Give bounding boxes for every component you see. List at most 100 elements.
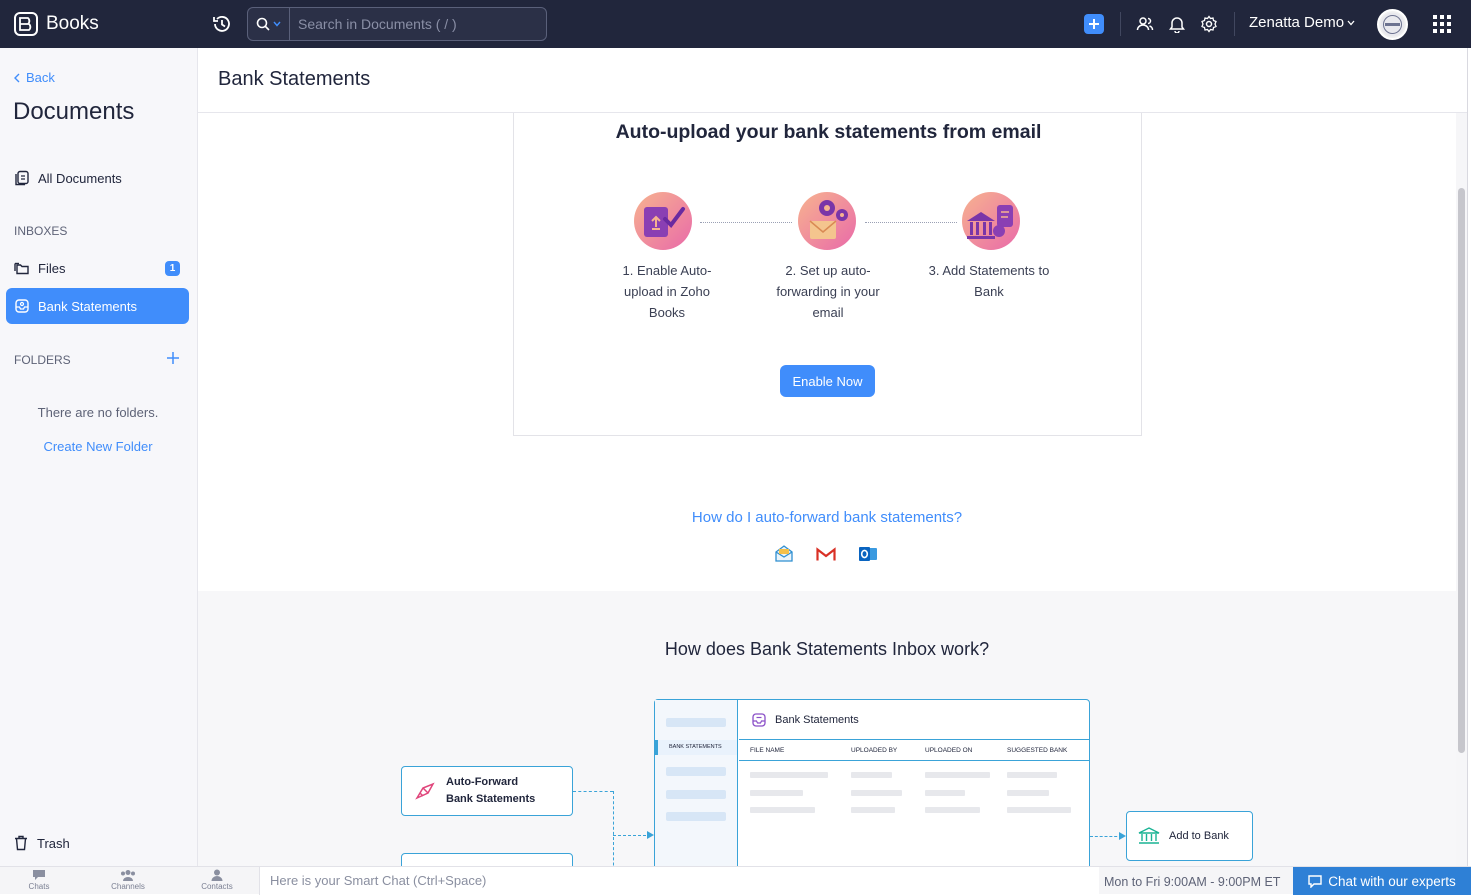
app-launcher-grid-icon[interactable] [1433, 15, 1451, 33]
mockup-sidebar: BANK STATEMENTS [655, 700, 738, 866]
notification-bell-icon[interactable] [1166, 13, 1188, 35]
flow-connector [613, 835, 651, 836]
search-icon [256, 17, 270, 31]
add-to-bank-flow-box: Add to Bank [1126, 811, 1253, 861]
quick-create-button[interactable] [1084, 14, 1104, 34]
auto-forward-line1: Auto-Forward [446, 776, 519, 788]
divider [1234, 12, 1235, 36]
divider [1120, 12, 1121, 36]
mockup-placeholder-cell [750, 772, 828, 778]
search-scope-dropdown[interactable] [248, 8, 290, 40]
mockup-placeholder-cell [851, 772, 892, 778]
zoho-mail-icon[interactable] [774, 544, 794, 564]
step-3-label: 3. Add Statements to Bank [928, 263, 1050, 299]
mockup-placeholder-cell [750, 790, 803, 796]
refer-users-icon[interactable] [1134, 13, 1156, 35]
bank-building-icon [1138, 827, 1160, 844]
add-to-bank-step-icon [962, 192, 1020, 250]
mockup-placeholder-bar [666, 790, 726, 799]
mockup-column-headers: FILE NAME UPLOADED BY UPLOADED ON SUGGES… [739, 740, 1089, 761]
page-header: Bank Statements [198, 48, 1467, 113]
right-edge-strip [1467, 48, 1471, 866]
mockup-placeholder-cell [925, 790, 965, 796]
mockup-placeholder-cell [851, 790, 902, 796]
flow-connector [1090, 836, 1122, 837]
sidebar-title: Documents [13, 98, 135, 125]
bank-statement-inbox-icon [15, 299, 29, 313]
flow-connector [573, 791, 613, 792]
sidebar-item-trash[interactable]: Trash [14, 835, 70, 851]
auto-forward-line2: Bank Statements [446, 793, 536, 805]
files-count-badge: 1 [165, 261, 180, 276]
settings-gear-icon[interactable] [1198, 13, 1220, 35]
books-logo-icon [14, 12, 38, 36]
chat-with-experts-button[interactable]: Chat with our experts [1293, 867, 1471, 895]
step-2-label: 2. Set up auto-forwarding in your email [776, 263, 880, 320]
search-input[interactable] [290, 8, 546, 40]
empty-folders-message: There are no folders. [37, 405, 159, 420]
enable-now-button[interactable]: Enable Now [780, 365, 875, 397]
channels-group-icon [121, 870, 135, 881]
trash-icon [15, 835, 27, 851]
documents-icon [15, 170, 29, 186]
chats-label: Chats [28, 882, 50, 891]
back-link[interactable]: Back [14, 70, 55, 85]
organization-switcher[interactable]: Zenatta Demo [1249, 14, 1355, 31]
contacts-label: Contacts [201, 882, 233, 891]
enable-upload-step-icon [634, 192, 692, 250]
gmail-icon[interactable] [816, 544, 836, 564]
support-hours: Mon to Fri 9:00AM - 9:00PM ET [1104, 875, 1281, 889]
chats-button[interactable]: Chats [9, 869, 69, 891]
smart-chat-input[interactable]: Here is your Smart Chat (Ctrl+Space) [259, 867, 1099, 895]
add-to-bank-label: Add to Bank [1169, 830, 1229, 842]
folder-stack-icon [14, 262, 29, 275]
create-folder-link[interactable]: Create New Folder [0, 439, 196, 454]
mockup-placeholder-cell [925, 807, 980, 813]
mail-provider-icons [774, 544, 878, 564]
mockup-placeholder-cell [851, 807, 895, 813]
scrollbar-thumb[interactable] [1458, 188, 1465, 753]
auto-forward-help-link[interactable]: How do I auto-forward bank statements? [198, 509, 1456, 526]
step-connector [700, 222, 792, 223]
setup-forwarding-step-icon [798, 192, 856, 250]
plus-icon [1089, 19, 1099, 29]
chat-bubble-icon [33, 870, 45, 880]
channels-button[interactable]: Channels [98, 869, 158, 891]
recent-activity-icon[interactable] [211, 13, 233, 35]
step-1-label: 1. Enable Auto-upload in Zoho Books [622, 263, 712, 320]
top-bar: Books Search in Documents (/) Zenatta … [0, 0, 1471, 48]
arrow-right-icon [1119, 832, 1126, 840]
brand[interactable]: Books [0, 0, 198, 48]
chevron-down-icon [273, 21, 281, 27]
outlook-icon[interactable] [858, 544, 878, 564]
chat-bubble-icon [1308, 874, 1322, 888]
sidebar-item-label: All Documents [38, 170, 122, 186]
auto-forward-flow-box: Auto-Forward Bank Statements [401, 766, 573, 816]
how-it-works-title: How does Bank Statements Inbox work? [664, 639, 990, 659]
chevron-left-icon [14, 73, 20, 82]
step-connector [865, 222, 957, 223]
mockup-column: UPLOADED BY [851, 747, 898, 754]
app-name: Books [46, 13, 99, 34]
sidebar-item-label: Trash [37, 835, 70, 851]
bank-statements-inbox-mockup: BANK STATEMENTS Bank Statements FILE NAM… [654, 699, 1090, 866]
user-avatar[interactable] [1377, 9, 1408, 40]
content-scrollbar[interactable] [1456, 113, 1467, 866]
page-title: Bank Statements [218, 68, 371, 90]
sidebar-item-files[interactable]: Files 1 [6, 250, 189, 286]
sidebar-item-bank-statements[interactable]: Bank Statements [6, 288, 189, 324]
main-content: Auto-upload your bank statements from em… [198, 113, 1456, 866]
bottom-bar: Chats Channels Contacts Here is your Sma… [0, 866, 1471, 895]
mockup-column: UPLOADED ON [925, 747, 973, 754]
auto-forward-icon [415, 782, 435, 800]
chevron-down-icon [1347, 20, 1355, 25]
auto-upload-card: Auto-upload your bank statements from em… [513, 113, 1142, 436]
folders-heading: FOLDERS [14, 353, 71, 367]
mockup-column: SUGGESTED BANK [1007, 747, 1068, 754]
contacts-button[interactable]: Contacts [187, 869, 247, 891]
add-folder-plus-icon[interactable] [166, 351, 180, 365]
second-source-flow-box [401, 853, 573, 866]
mockup-placeholder-cell [925, 772, 990, 778]
sidebar-item-all-documents[interactable]: All Documents [6, 160, 189, 196]
back-label: Back [26, 70, 55, 85]
